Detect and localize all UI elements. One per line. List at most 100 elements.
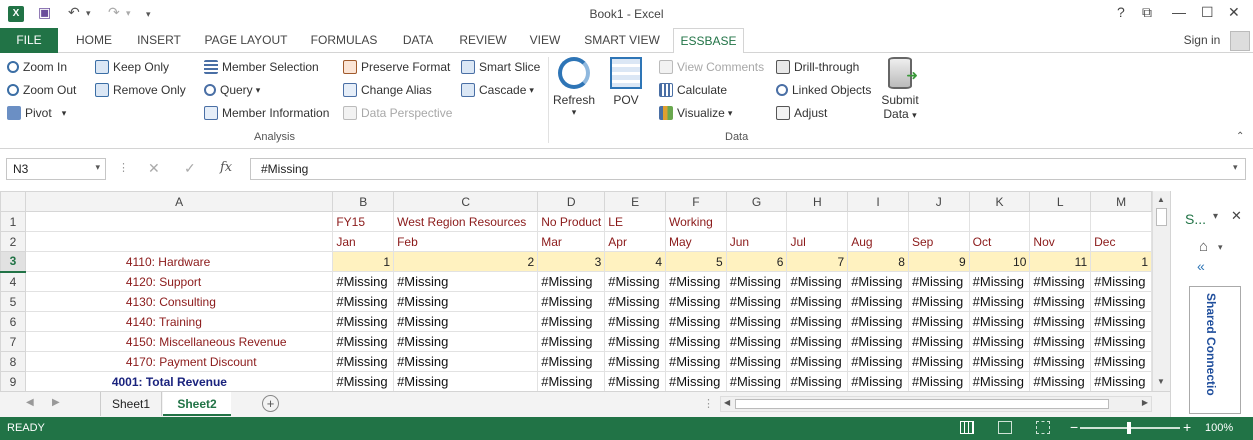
cascade-button[interactable]: Cascade ▾	[461, 80, 534, 100]
cell[interactable]	[1090, 211, 1152, 232]
cancel-icon[interactable]: ✕	[148, 160, 160, 177]
tab-insert[interactable]: INSERT	[132, 28, 186, 53]
name-box[interactable]: N3 ▾	[6, 158, 106, 180]
tab-smart-view[interactable]: SMART VIEW	[580, 28, 664, 53]
data-cell[interactable]: #Missing	[604, 371, 666, 391]
data-cell[interactable]: #Missing	[847, 271, 909, 292]
data-cell[interactable]: #Missing	[665, 291, 727, 312]
data-perspective-button[interactable]: Data Perspective	[343, 103, 452, 123]
cell[interactable]	[725, 211, 788, 232]
data-cell[interactable]: #Missing	[1090, 291, 1152, 312]
tab-file[interactable]: FILE	[0, 28, 58, 53]
column-header[interactable]: C	[393, 191, 539, 212]
tab-review[interactable]: REVIEW	[454, 28, 512, 53]
data-cell[interactable]: #Missing	[725, 371, 788, 391]
cell[interactable]: Jan	[332, 231, 395, 252]
data-cell[interactable]: #Missing	[537, 271, 606, 292]
page-break-view-icon[interactable]	[1036, 421, 1050, 434]
expand-formula-icon[interactable]: ▾	[1233, 162, 1238, 173]
cell[interactable]: FY15	[332, 211, 395, 232]
data-cell[interactable]: #Missing	[665, 311, 727, 332]
data-cell[interactable]: #Missing	[604, 331, 666, 352]
data-cell[interactable]: #Missing	[332, 271, 395, 292]
cell[interactable]: 1	[332, 251, 395, 272]
data-cell[interactable]: #Missing	[847, 311, 909, 332]
panel-close-icon[interactable]: ✕	[1231, 208, 1242, 224]
data-cell[interactable]: #Missing	[393, 311, 539, 332]
collapse-ribbon-icon[interactable]: ⌃	[1236, 131, 1244, 142]
cell[interactable]: Dec	[1090, 231, 1152, 252]
data-cell[interactable]: #Missing	[725, 311, 788, 332]
data-cell[interactable]: #Missing	[1090, 271, 1152, 292]
data-cell[interactable]: #Missing	[968, 271, 1031, 292]
data-cell[interactable]: #Missing	[393, 331, 539, 352]
vertical-scrollbar[interactable]: ▲ ▼	[1152, 191, 1170, 391]
data-cell[interactable]: #Missing	[332, 331, 395, 352]
data-cell[interactable]: #Missing	[537, 351, 606, 372]
data-cell[interactable]: #Missing	[968, 291, 1031, 312]
cell[interactable]: 10	[968, 251, 1031, 272]
cell[interactable]	[847, 211, 909, 232]
data-cell[interactable]: #Missing	[725, 271, 788, 292]
cell[interactable]: 3	[537, 251, 606, 272]
row-header[interactable]: 8	[0, 351, 26, 372]
data-cell[interactable]: #Missing	[968, 351, 1031, 372]
cell[interactable]: 11	[1029, 251, 1092, 272]
cell[interactable]: Nov	[1029, 231, 1092, 252]
data-cell[interactable]: #Missing	[665, 331, 727, 352]
collapse-panel-icon[interactable]: «	[1197, 258, 1205, 274]
cell[interactable]: Aug	[847, 231, 909, 252]
page-layout-view-icon[interactable]	[998, 421, 1012, 434]
data-cell[interactable]: #Missing	[665, 351, 727, 372]
data-cell[interactable]: #Missing	[1090, 351, 1152, 372]
sheet-tab-sheet1[interactable]: Sheet1	[100, 392, 162, 416]
data-cell[interactable]: #Missing	[786, 311, 849, 332]
cell[interactable]	[786, 211, 849, 232]
data-cell[interactable]: #Missing	[1029, 311, 1092, 332]
shared-connections-button[interactable]: Shared Connectio	[1189, 286, 1241, 414]
change-alias-button[interactable]: Change Alias	[343, 80, 432, 100]
drill-through-button[interactable]: Drill-through	[776, 57, 859, 77]
data-cell[interactable]: #Missing	[968, 331, 1031, 352]
cell[interactable]: Jul	[786, 231, 849, 252]
normal-view-icon[interactable]	[960, 421, 974, 434]
data-cell[interactable]: #Missing	[604, 271, 666, 292]
zoom-slider-thumb[interactable]	[1127, 422, 1131, 434]
data-cell[interactable]: #Missing	[725, 331, 788, 352]
data-cell[interactable]: #Missing	[847, 371, 909, 391]
data-cell[interactable]: #Missing	[847, 351, 909, 372]
cell[interactable]: Mar	[537, 231, 606, 252]
remove-only-button[interactable]: Remove Only	[95, 80, 186, 100]
tab-data[interactable]: DATA	[396, 28, 440, 53]
member-information-button[interactable]: Member Information	[204, 103, 329, 123]
maximize-button[interactable]: ☐	[1201, 4, 1214, 21]
linked-objects-button[interactable]: Linked Objects	[776, 80, 871, 100]
member-cell[interactable]: 4130: Consulting	[24, 291, 334, 312]
query-button[interactable]: Query ▾	[204, 80, 260, 100]
spreadsheet-grid[interactable]: A B C D E F G H I J K L M 1 FY15 West Regi…	[0, 191, 1152, 391]
preserve-format-button[interactable]: Preserve Format	[343, 57, 450, 77]
signin-link[interactable]: Sign in	[1178, 28, 1226, 53]
h-scroll-thumb[interactable]	[735, 399, 1109, 409]
column-header[interactable]: E	[604, 191, 666, 212]
cell[interactable]: 7	[786, 251, 849, 272]
tab-formulas[interactable]: FORMULAS	[306, 28, 382, 53]
select-all-corner[interactable]	[0, 191, 26, 212]
data-cell[interactable]: #Missing	[665, 271, 727, 292]
cell[interactable]: 1	[1090, 251, 1152, 272]
data-cell[interactable]: #Missing	[1090, 371, 1152, 391]
home-dropdown-icon[interactable]: ▾	[1218, 242, 1223, 253]
data-cell[interactable]: #Missing	[665, 371, 727, 391]
ribbon-display-button[interactable]: ⧉	[1142, 4, 1152, 21]
data-cell[interactable]: #Missing	[1090, 331, 1152, 352]
member-cell[interactable]: 4120: Support	[24, 271, 334, 292]
cell[interactable]: LE	[604, 211, 666, 232]
data-cell[interactable]: #Missing	[847, 331, 909, 352]
data-cell[interactable]: #Missing	[332, 311, 395, 332]
data-cell[interactable]: #Missing	[907, 311, 970, 332]
scroll-down-icon[interactable]: ▼	[1157, 377, 1165, 386]
cell[interactable]: Apr	[604, 231, 666, 252]
data-cell[interactable]: #Missing	[786, 371, 849, 391]
cell[interactable]: May	[665, 231, 727, 252]
column-header[interactable]: G	[725, 191, 788, 212]
